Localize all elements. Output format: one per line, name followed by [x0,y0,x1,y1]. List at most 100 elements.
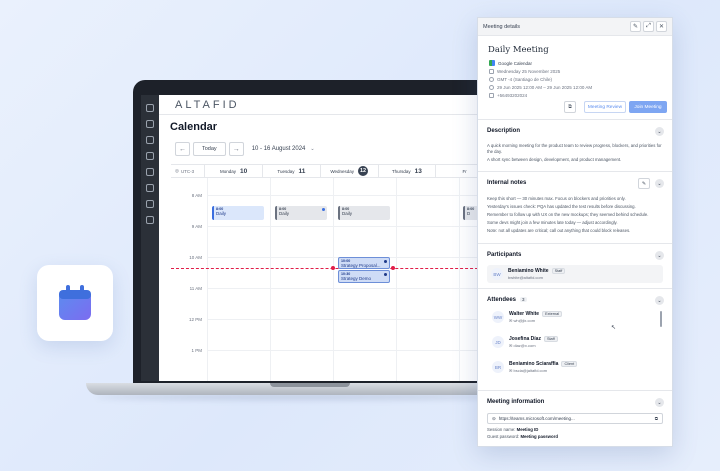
time-label: 11 AM [189,286,202,291]
attendee-email: bscia@jaltafid.com [513,368,548,373]
event-daily-wednesday[interactable]: 8:00 Daily [338,206,390,220]
status-dot-icon [384,273,387,276]
note-line: Remember to follow up with UX on the new… [487,212,649,217]
attendee-item[interactable]: JD Josefina Díaz Staff ✉ diaz@x.com [492,336,558,348]
participant-email: bwhite@altafid.com [508,275,543,280]
day-column-line [396,178,397,381]
avatar: WW [492,311,504,323]
status-dot-icon [322,208,325,211]
grid-icon[interactable] [146,104,154,112]
header-divider [159,114,493,115]
calendar-nav-icon[interactable] [146,216,154,224]
chart-icon[interactable] [146,200,154,208]
day-column-line [207,178,208,381]
globe-icon [489,76,494,82]
chevron-down-icon[interactable]: ⌄ [310,146,314,152]
expand-icon[interactable]: ⤢ [643,21,654,32]
day-number: 10 [240,167,248,175]
attendee-item[interactable]: BR Beniamino Sciaraffia Client ✉ bscia@ja… [492,361,578,373]
event-name: Daily [279,211,290,216]
attendee-email: wh@jlx.com [513,318,536,323]
attendee-email: diaz@x.com [513,343,536,348]
list-icon[interactable] [146,120,154,128]
section-title: Description [487,128,521,134]
date-range-label[interactable]: 10 - 16 August 2024 [252,146,306,152]
day-number: 11 [298,167,306,175]
next-week-button[interactable]: → [228,142,244,156]
chevron-down-icon[interactable]: ⌄ [655,251,664,260]
event-daily-tuesday[interactable]: 8:00 Daily [275,206,327,220]
attendee-name: Walter White [509,311,540,317]
note-line: Some devs might join a few minutes late … [487,220,618,225]
bank-icon[interactable] [146,168,154,176]
day-header-tuesday: Tuesday 11 [262,165,320,177]
network-icon[interactable] [146,136,154,144]
participants-section: Participants ⌄ BW Beniamino White Staff b… [478,243,672,287]
hour-line [207,319,493,320]
event-name: Daily [342,211,353,216]
mail-icon[interactable] [146,184,154,192]
date-icon [489,68,494,74]
home-icon[interactable] [146,152,154,160]
event-strategy-demo[interactable]: 10:30 Strategy Demo [338,270,390,283]
clock-icon [489,84,494,90]
section-title: Participants [487,252,522,258]
attendees-count: 3 [520,297,527,302]
calendar-app-tile[interactable] [37,265,113,341]
close-icon[interactable]: ✕ [656,21,667,32]
day-number: 13 [414,167,422,175]
mouse-cursor-icon: ↖ [611,325,617,331]
link-icon: ⊝ [492,415,496,421]
participant-name: Beniamino White [508,268,549,274]
laptop-notch [270,383,350,387]
edit-icon[interactable]: ✎ [630,21,641,32]
calendar-app-screen: ALTAFID Calendar ← Today → 10 - 16 Augus… [141,95,493,381]
time-label: 8 AM [191,193,202,198]
time-label: 1 PM [191,348,202,353]
chevron-down-icon[interactable]: ⌄ [655,179,664,188]
hour-line [207,195,493,196]
meeting-review-button[interactable]: Meeting Review [584,101,626,113]
event-name: Strategy Proposal... [341,263,381,268]
password-row: Guest password: Meeting password [487,434,558,440]
chevron-down-icon[interactable]: ⌄ [655,296,664,305]
today-button[interactable]: Today [193,142,226,156]
panel-header: Meeting details ✎ ⤢ ✕ [478,18,672,36]
attendee-item[interactable]: WW Walter White External ✉ wh@jlx.com [492,311,563,323]
meeting-link-field[interactable]: ⊝ https://teams.microsoft.com/meeting...… [487,413,663,424]
day-column-line [333,178,334,381]
hour-line [207,288,493,289]
participant-item[interactable]: BW Beniamino White Staff bwhite@altafid.c… [487,265,663,283]
day-number-today: 12 [358,166,368,176]
calendar-source: Google Calendar [498,60,533,66]
edit-notes-button[interactable]: ✎ [638,178,650,189]
note-line: Note: not all updates are critical; call… [487,228,631,233]
timezone-selector[interactable]: ◎ UTC-3 [171,165,204,177]
copy-icon[interactable]: ⧉ [655,416,658,421]
copy-button[interactable]: ⧉ [564,101,576,113]
section-title: Meeting information [487,399,545,405]
time-label: 12 PM [188,317,202,322]
chevron-down-icon[interactable]: ⌄ [655,398,664,407]
event-strategy-proposal[interactable]: 10:00 Strategy Proposal... [338,257,390,269]
join-meeting-button[interactable]: Join Meeting [629,101,667,113]
event-daily-monday[interactable]: 8:00 Daily [212,206,264,220]
chevron-down-icon[interactable]: ⌄ [655,127,664,136]
day-column-line [459,178,460,381]
prev-week-button[interactable]: ← [175,142,190,156]
day-name: Wednesday [330,168,354,174]
current-time-dot [331,266,335,270]
session-label: Session name: [487,427,516,432]
meeting-information-section: Meeting information ⌄ ⊝ https://teams.mi… [478,390,672,446]
meeting-link: https://teams.microsoft.com/meeting... [498,416,575,421]
day-header-wednesday: Wednesday 12 [319,165,378,177]
brand-logo: ALTAFID [175,99,240,111]
role-badge: Staff [543,336,558,342]
attendee-name: Beniamino Sciaraffia [509,361,559,367]
avatar: JD [492,336,504,348]
date-navigation: ← Today → 10 - 16 August 2024 ⌄ [175,142,315,156]
attendees-scrollbar[interactable] [660,311,662,327]
role-badge: External [542,311,563,317]
avatar: BR [492,361,504,373]
week-grid[interactable]: 8 AM 9 AM 10 AM 11 AM 12 PM 1 PM 8:00 Dai… [171,178,493,381]
